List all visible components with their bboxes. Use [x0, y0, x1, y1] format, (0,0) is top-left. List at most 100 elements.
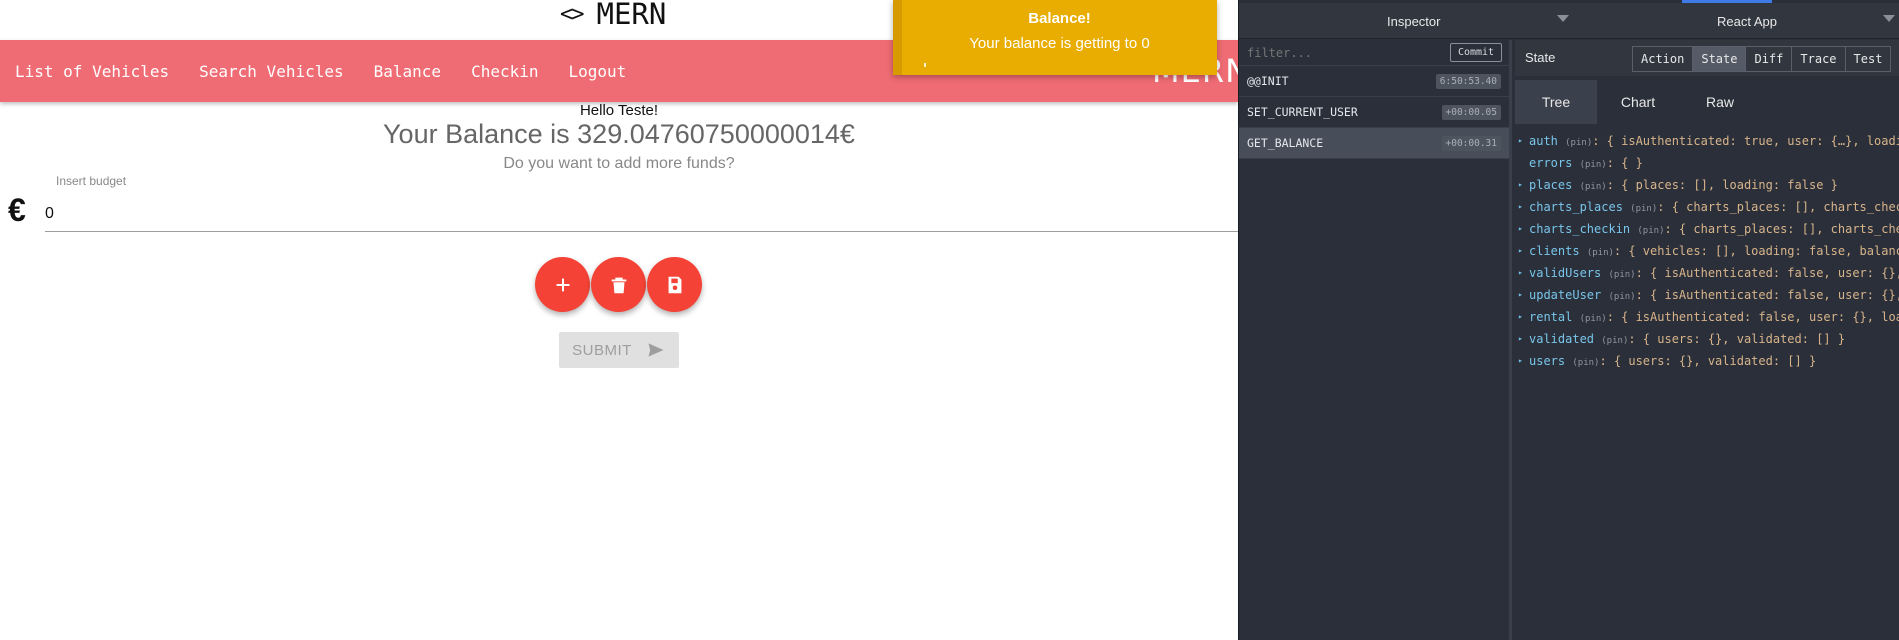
logo-text: MERN	[596, 0, 667, 31]
pin-link[interactable]: (pin)	[1637, 226, 1664, 236]
submit-button[interactable]: SUBMIT	[559, 332, 679, 368]
app-select[interactable]: React App	[1717, 14, 1777, 29]
state-tree-row[interactable]: ▸ rental (pin): { isAuthenticated: false,…	[1515, 306, 1899, 328]
state-key: charts_places	[1529, 200, 1623, 214]
state-tree-row[interactable]: ▸ validated (pin): { users: {}, validated…	[1515, 328, 1899, 350]
expand-arrow-icon[interactable]: ▸	[1518, 328, 1523, 350]
state-tree-row[interactable]: ▸ clients (pin): { vehicles: [], loading:…	[1515, 240, 1899, 262]
expand-arrow-icon[interactable]: ▸	[1518, 196, 1523, 218]
nav-checkin[interactable]: Checkin	[471, 62, 538, 81]
state-tree-row[interactable]: ▸ auth (pin): { isAuthenticated: true, us…	[1515, 130, 1899, 152]
state-value: : { isAuthenticated: true, user: {…}, lo…	[1592, 134, 1899, 148]
inspector-select[interactable]: Inspector	[1387, 14, 1440, 29]
nav-search-vehicles[interactable]: Search Vehicles	[199, 62, 344, 81]
pin-link[interactable]: (pin)	[1601, 336, 1628, 346]
state-value: : { isAuthenticated: false, user: {},	[1635, 288, 1899, 302]
expand-arrow-icon[interactable]: ▸	[1518, 130, 1523, 152]
greeting: Hello Teste!	[579, 102, 659, 119]
chevron-down-icon[interactable]	[1883, 15, 1895, 22]
state-key: errors	[1529, 156, 1573, 170]
chevron-down-icon[interactable]	[1557, 15, 1569, 22]
state-tree: ▸ auth (pin): { isAuthenticated: true, us…	[1515, 130, 1899, 372]
nav-list-vehicles[interactable]: List of Vehicles	[15, 62, 169, 81]
pin-link[interactable]: (pin)	[1608, 270, 1635, 280]
state-key: users	[1529, 354, 1566, 368]
view-tabs: Tree Chart Raw	[1515, 80, 1899, 124]
action-item-selected[interactable]: GET_BALANCE +00:00.31	[1239, 128, 1509, 159]
expand-arrow-icon[interactable]: ▸	[1518, 306, 1523, 328]
pin-link[interactable]: (pin)	[1587, 248, 1614, 258]
state-tree-row[interactable]: errors (pin): { }	[1515, 152, 1899, 174]
nav-logout[interactable]: Logout	[569, 62, 627, 81]
delete-button[interactable]	[591, 257, 646, 312]
state-value: : { isAuthenticated: false, user: {},	[1635, 266, 1899, 280]
save-button[interactable]	[647, 257, 702, 312]
state-panel: State Action State Diff Trace Test Tree …	[1515, 40, 1899, 640]
state-tree-row[interactable]: ▸ updateUser (pin): { isAuthenticated: fa…	[1515, 284, 1899, 306]
pin-link[interactable]: (pin)	[1565, 138, 1592, 148]
state-key: places	[1529, 178, 1573, 192]
state-value: : { charts_places: [], charts_chec	[1664, 222, 1899, 236]
tab-tree[interactable]: Tree	[1515, 80, 1597, 124]
state-tree-row[interactable]: ▸ charts_checkin (pin): { charts_places: …	[1515, 218, 1899, 240]
state-value: : { }	[1606, 156, 1643, 170]
expand-arrow-icon[interactable]: ▸	[1518, 350, 1523, 372]
budget-input[interactable]	[45, 196, 1238, 232]
nav-links: List of Vehicles Search Vehicles Balance…	[15, 40, 626, 102]
pin-link[interactable]: (pin)	[1580, 160, 1607, 170]
expand-arrow-icon[interactable]: ▸	[1518, 284, 1523, 306]
state-tree-row[interactable]: ▸ validUsers (pin): { isAuthenticated: fa…	[1515, 262, 1899, 284]
redux-devtools: Inspector React App Commit @@INIT 6:50:5…	[1238, 0, 1899, 640]
pin-link[interactable]: (pin)	[1572, 358, 1599, 368]
expand-arrow-icon[interactable]: ▸	[1518, 240, 1523, 262]
budget-label: Insert budget	[56, 174, 127, 188]
filter-input[interactable]	[1247, 43, 1427, 63]
tab-test[interactable]: Test	[1844, 46, 1892, 72]
toast-message: Your balance is getting to 0	[969, 35, 1150, 52]
expand-arrow-icon[interactable]: ▸	[1518, 218, 1523, 240]
code-icon: <>	[560, 1, 584, 27]
state-value: : { vehicles: [], loading: false, balanc…	[1613, 244, 1899, 258]
state-value: : { places: [], loading: false }	[1606, 178, 1838, 192]
monitor-tabs: Action State Diff Trace Test	[1632, 46, 1892, 72]
trash-icon	[611, 277, 626, 293]
action-item[interactable]: SET_CURRENT_USER +00:00.05	[1239, 97, 1509, 128]
action-list-panel: Commit @@INIT 6:50:53.40 SET_CURRENT_USE…	[1239, 40, 1512, 640]
add-button[interactable]	[535, 257, 590, 312]
state-tree-row[interactable]: ▸ charts_places (pin): { charts_places: […	[1515, 196, 1899, 218]
tab-state[interactable]: State	[1692, 46, 1747, 72]
commit-button[interactable]: Commit	[1450, 43, 1502, 62]
filter-bar: Commit	[1239, 40, 1509, 66]
state-key: validated	[1529, 332, 1595, 346]
state-value: : { users: {}, validated: [] }	[1599, 354, 1817, 368]
top-logo[interactable]: <> MERN	[560, 0, 666, 34]
tab-diff[interactable]: Diff	[1745, 46, 1793, 72]
tab-chart[interactable]: Chart	[1597, 80, 1679, 124]
add-funds-question: Do you want to add more funds?	[503, 155, 735, 172]
state-key: updateUser	[1529, 288, 1602, 302]
state-key: validUsers	[1529, 266, 1602, 280]
state-tree-row[interactable]: ▸ users (pin): { users: {}, validated: []…	[1515, 350, 1899, 372]
action-time: 6:50:53.40	[1435, 73, 1501, 89]
toast-progress	[924, 63, 926, 67]
submit-label: SUBMIT	[572, 341, 632, 359]
state-tree-row[interactable]: ▸ places (pin): { places: [], loading: fa…	[1515, 174, 1899, 196]
balance-text: Your Balance is 329.04760750000014€	[383, 119, 855, 149]
tab-action[interactable]: Action	[1632, 46, 1694, 72]
state-key: clients	[1529, 244, 1580, 258]
page: <> MERN List of Vehicles Search Vehicles…	[0, 0, 1899, 640]
balance-toast[interactable]: Balance! Your balance is getting to 0	[893, 0, 1217, 75]
pin-link[interactable]: (pin)	[1608, 292, 1635, 302]
plus-icon	[556, 278, 569, 291]
pin-link[interactable]: (pin)	[1630, 204, 1657, 214]
expand-arrow-icon[interactable]: ▸	[1518, 174, 1523, 196]
expand-arrow-icon[interactable]: ▸	[1518, 262, 1523, 284]
state-title: State	[1525, 50, 1556, 65]
nav-balance[interactable]: Balance	[374, 62, 441, 81]
tab-raw[interactable]: Raw	[1679, 80, 1761, 124]
pin-link[interactable]: (pin)	[1580, 182, 1607, 192]
action-name: SET_CURRENT_USER	[1247, 105, 1358, 119]
action-item[interactable]: @@INIT 6:50:53.40	[1239, 66, 1509, 97]
tab-trace[interactable]: Trace	[1791, 46, 1846, 72]
pin-link[interactable]: (pin)	[1580, 314, 1607, 324]
